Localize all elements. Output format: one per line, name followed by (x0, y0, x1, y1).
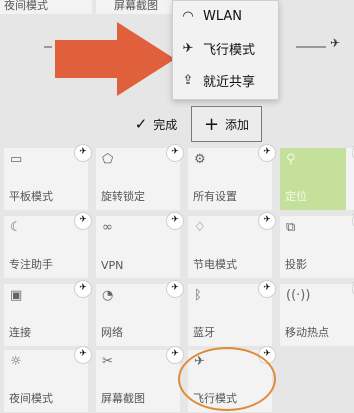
airplane-icon: ✈ (182, 40, 194, 56)
menu-item-label: 就近共享 (203, 74, 256, 90)
rotation-lock-icon: ⬠ (102, 152, 114, 167)
pin-icon: ✈ (330, 36, 341, 50)
tablet-icon: ▭ (10, 152, 23, 167)
hotspot-icon: ((·)) (286, 288, 311, 303)
quick-action-tile[interactable]: ((·)) 移动热点 ✈ (280, 280, 354, 346)
tile-label: 蓝牙 (193, 326, 215, 339)
gear-icon: ⚙ (194, 152, 206, 167)
tile-label: 所有设置 (193, 190, 237, 203)
battery-saver-icon: ♢ (194, 220, 206, 235)
plus-icon: + (203, 113, 220, 135)
tile-label: 屏幕截图 (101, 392, 145, 405)
quick-action-tile[interactable]: ♢ 节电模式 ✈ (188, 212, 276, 278)
project-icon: ⧉ (286, 220, 296, 235)
red-arrow-annotation (55, 22, 175, 96)
quick-action-tile[interactable]: ✈ (346, 144, 354, 210)
quick-action-tile[interactable]: ⚙ 所有设置 ✈ (188, 144, 276, 210)
unpin-icon[interactable]: ✈ (258, 144, 276, 162)
tile-label: 专注助手 (9, 258, 53, 271)
connect-icon: ▣ (10, 288, 23, 303)
tile-label: 定位 (285, 190, 307, 203)
highlight-circle-annotation (178, 347, 276, 411)
nearby-share-icon: ⇪ (182, 72, 194, 88)
quick-action-tile[interactable]: ▭ 平板模式 ✈ (4, 144, 92, 210)
wifi-icon: ◠ (182, 8, 194, 24)
quick-action-tile[interactable]: ⧉ 投影 ✈ (280, 212, 354, 278)
checkmark-icon: ✓ (134, 115, 148, 133)
quick-action-tile[interactable]: ▣ 连接 ✈ (4, 280, 92, 346)
location-icon: ⚲ (286, 152, 296, 167)
quick-action-tile[interactable]: ✈ (346, 280, 354, 346)
unpin-icon[interactable]: ✈ (74, 144, 92, 162)
unpin-icon[interactable]: ✈ (166, 212, 184, 230)
tile-label: 平板模式 (9, 190, 53, 203)
menu-item-label: WLAN (203, 8, 243, 24)
tile-label: 旋转锁定 (101, 190, 145, 203)
menu-item-airplane-mode[interactable]: ✈ 飞行模式 (173, 33, 278, 63)
unpin-icon[interactable]: ✈ (258, 280, 276, 298)
screen-snip-icon: ✂ (102, 354, 113, 369)
done-button[interactable]: ✓ 完成 (124, 106, 188, 142)
unpin-icon[interactable]: ✈ (258, 212, 276, 230)
vpn-icon: ∞ (102, 220, 113, 235)
add-tile-menu: ◠ WLAN ✈ 飞行模式 ⇪ 就近共享 (172, 0, 279, 100)
tile-label: VPN (101, 259, 124, 272)
bluetooth-icon: ᛒ (194, 288, 202, 303)
quick-action-tile[interactable]: ᛒ 蓝牙 ✈ (188, 280, 276, 346)
quick-action-tile[interactable]: ☾ 专注助手 ✈ (4, 212, 92, 278)
moon-icon: ☾ (10, 220, 22, 235)
tile-label: 夜间模式 (9, 392, 53, 405)
top-tile-label: 屏幕截图 (114, 0, 158, 12)
unpin-icon[interactable]: ✈ (74, 346, 92, 364)
add-button[interactable]: + 添加 (191, 106, 262, 142)
network-icon: ◔ (102, 288, 114, 303)
tile-label: 投影 (285, 258, 307, 271)
tile-label: 移动热点 (285, 326, 329, 339)
unpin-icon[interactable]: ✈ (166, 144, 184, 162)
slider-track[interactable] (44, 46, 52, 48)
quick-action-tile[interactable]: ⬠ 旋转锁定 ✈ (96, 144, 184, 210)
menu-item-nearby-share[interactable]: ⇪ 就近共享 (173, 65, 278, 95)
quick-action-tile[interactable]: ☼ 夜间模式 ✈ (4, 346, 92, 412)
menu-item-wlan[interactable]: ◠ WLAN (173, 1, 278, 31)
unpin-icon[interactable]: ✈ (74, 212, 92, 230)
done-label: 完成 (153, 117, 178, 132)
top-tile-screen-snip[interactable]: 屏幕截图 (96, 0, 180, 14)
tile-label: 连接 (9, 326, 31, 339)
top-tile-night-light[interactable]: 夜间模式 (0, 0, 92, 14)
add-label: 添加 (225, 117, 250, 132)
tile-label: 网络 (101, 326, 123, 339)
quick-action-tile[interactable]: ◔ 网络 ✈ (96, 280, 184, 346)
quick-action-tile[interactable]: ⚲ 定位 ✈ (280, 144, 354, 210)
menu-item-label: 飞行模式 (203, 42, 256, 58)
top-tile-label: 夜间模式 (4, 0, 48, 12)
tile-label: 节电模式 (193, 258, 237, 271)
quick-action-tile[interactable]: ✈ (346, 212, 354, 278)
quick-action-tile[interactable]: ∞ VPN ✈ (96, 212, 184, 278)
unpin-icon[interactable]: ✈ (166, 280, 184, 298)
unpin-icon[interactable]: ✈ (166, 346, 184, 364)
slider-track[interactable] (296, 46, 326, 48)
night-light-icon: ☼ (10, 354, 22, 369)
unpin-icon[interactable]: ✈ (74, 280, 92, 298)
quick-action-tile[interactable]: ✂ 屏幕截图 ✈ (96, 346, 184, 412)
